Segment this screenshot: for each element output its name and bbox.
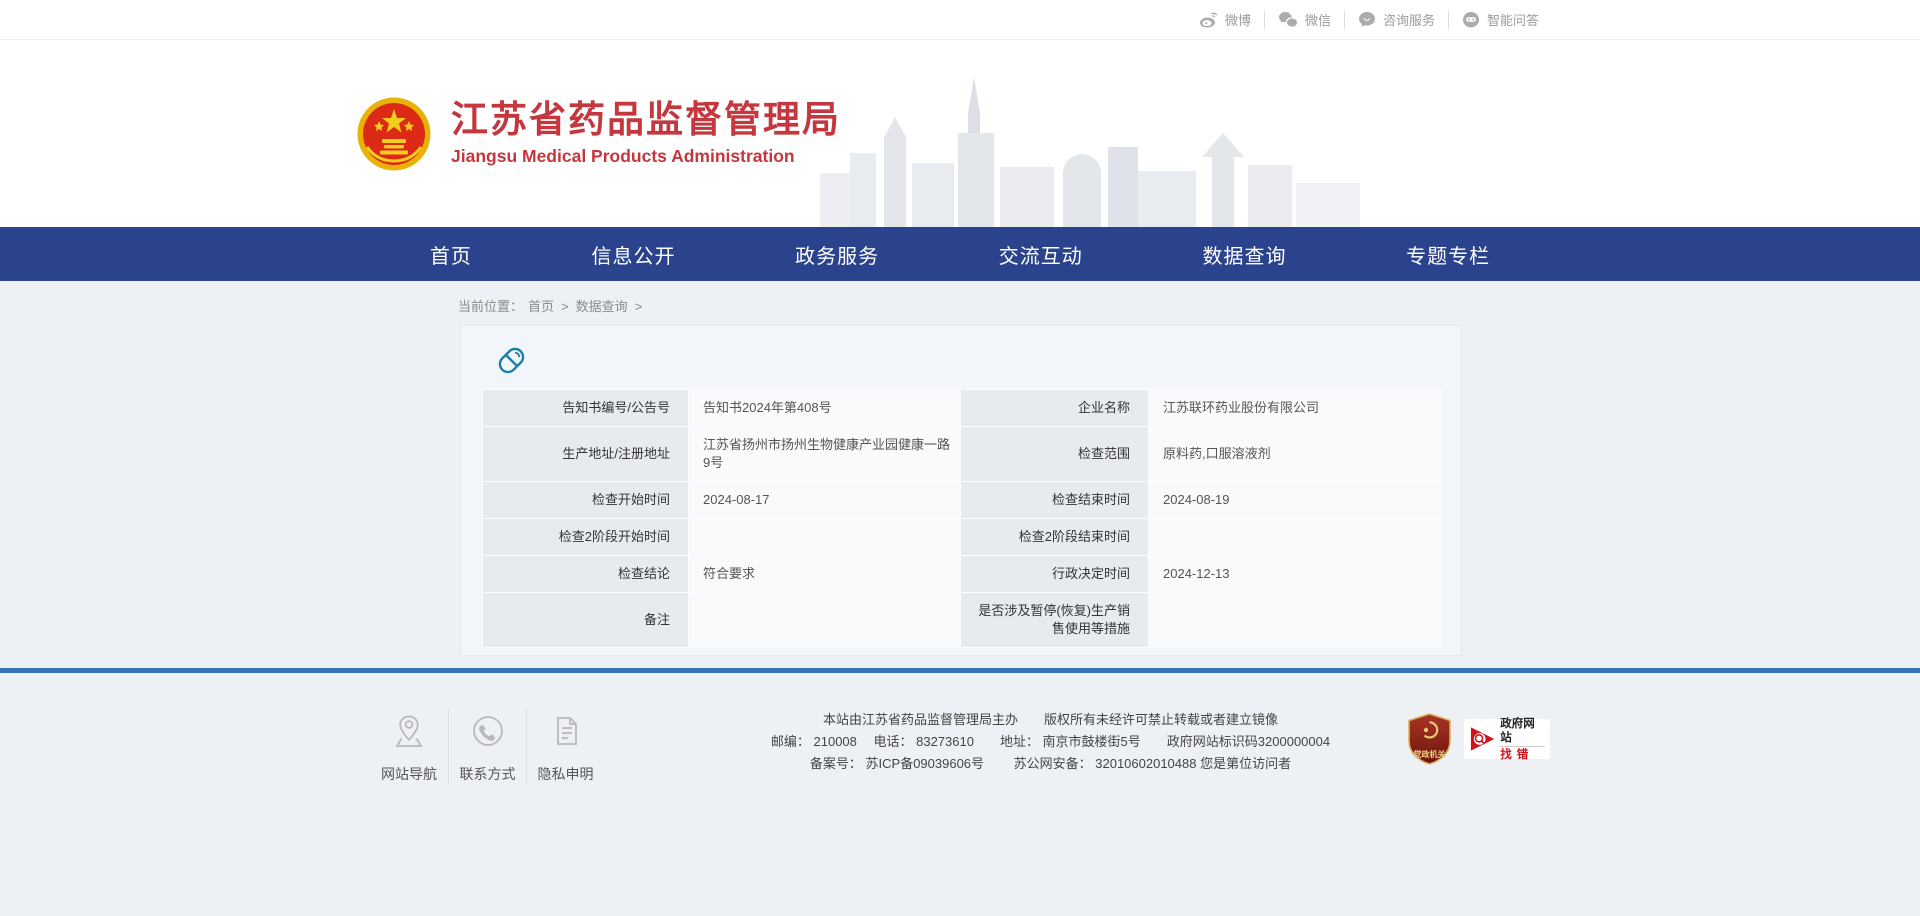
- party-gov-shield-badge[interactable]: 党政机关: [1407, 713, 1452, 765]
- field-value-inspection-scope: 原料药,口服溶液剂: [1149, 427, 1441, 482]
- field-label-suspension-measures: 是否涉及暂停(恢复)生产销售使用等措施: [961, 593, 1149, 648]
- footer-line-host: 本站由江苏省药品监督管理局主办 版权所有未经许可禁止转载或者建立镜像: [704, 709, 1397, 731]
- inspection-detail-table: 告知书编号/公告号 告知书2024年第408号 企业名称 江苏联环药业股份有限公…: [482, 389, 1441, 648]
- field-value-end-date: 2024-08-19: [1149, 482, 1441, 519]
- site-header: 江苏省药品监督管理局 Jiangsu Medical Products Admi…: [0, 40, 1920, 227]
- inspection-detail-card: 告知书编号/公告号 告知书2024年第408号 企业名称 江苏联环药业股份有限公…: [460, 325, 1462, 656]
- nav-item-interaction[interactable]: 交流互动: [999, 240, 1083, 269]
- field-label-end-date: 检查结束时间: [961, 482, 1149, 519]
- field-label-phase2-start: 检查2阶段开始时间: [483, 519, 689, 556]
- consult-service-link[interactable]: 咨询服务: [1344, 11, 1448, 29]
- field-value-remarks: [689, 593, 961, 648]
- weibo-link[interactable]: 微博: [1186, 11, 1264, 29]
- field-value-phase2-end: [1149, 519, 1441, 556]
- site-footer: 网站导航 联系方式 隐私申明 本站由江苏省药品监督管理局主办 版: [370, 673, 1550, 784]
- footer-info: 本站由江苏省药品监督管理局主办 版权所有未经许可禁止转载或者建立镜像 邮编： 2…: [604, 709, 1407, 775]
- field-value-notice-number: 告知书2024年第408号: [689, 390, 961, 427]
- site-title: 江苏省药品监督管理局: [451, 100, 841, 141]
- field-label-address: 生产地址/注册地址: [483, 427, 689, 482]
- phone-icon: [468, 711, 508, 751]
- field-value-company-name: 江苏联环药业股份有限公司: [1149, 390, 1441, 427]
- site-title-block: 江苏省药品监督管理局 Jiangsu Medical Products Admi…: [451, 100, 841, 168]
- nav-item-data-query[interactable]: 数据查询: [1202, 240, 1286, 269]
- table-row: 检查开始时间 2024-08-17 检查结束时间 2024-08-19: [483, 482, 1441, 519]
- breadcrumb-separator: >: [561, 299, 569, 314]
- breadcrumb-link-home[interactable]: 首页: [528, 299, 554, 314]
- shield-badge-label: 党政机关: [1414, 749, 1446, 759]
- footer-link-label: 联系方式: [460, 764, 516, 784]
- topbar-item-label: 微博: [1225, 10, 1251, 29]
- field-label-phase2-end: 检查2阶段结束时间: [961, 519, 1149, 556]
- field-value-phase2-start: [689, 519, 961, 556]
- footer-line-icp: 备案号： 苏ICP备09039606号 苏公网安备： 3201060201048…: [704, 753, 1397, 775]
- footer-link-label: 隐私申明: [538, 764, 594, 784]
- field-value-conclusion: 符合要求: [689, 556, 961, 593]
- nav-item-home[interactable]: 首页: [430, 240, 472, 269]
- field-label-conclusion: 检查结论: [483, 556, 689, 593]
- breadcrumb-link-data-query[interactable]: 数据查询: [576, 299, 628, 314]
- footer-link-sitemap[interactable]: 网站导航: [370, 709, 448, 784]
- find-error-logo-icon: [1469, 725, 1496, 753]
- nav-item-gov-services[interactable]: 政务服务: [795, 240, 879, 269]
- field-value-address: 江苏省扬州市扬州生物健康产业园健康一路9号: [689, 427, 961, 482]
- field-value-start-date: 2024-08-17: [689, 482, 961, 519]
- breadcrumb-separator: >: [635, 299, 643, 314]
- breadcrumb: 当前位置： 首页 > 数据查询 >: [370, 281, 1550, 325]
- table-row: 备注 是否涉及暂停(恢复)生产销售使用等措施: [483, 593, 1441, 648]
- field-value-suspension-measures: [1149, 593, 1441, 648]
- main-content: 当前位置： 首页 > 数据查询 > 告知书编号/公告号 告知书2024年第408号 企业…: [370, 281, 1550, 656]
- field-label-notice-number: 告知书编号/公告号: [483, 390, 689, 427]
- topbar-item-label: 咨询服务: [1383, 10, 1435, 29]
- table-row: 生产地址/注册地址 江苏省扬州市扬州生物健康产业园健康一路9号 检查范围 原料药…: [483, 427, 1441, 482]
- nav-item-info-disclosure[interactable]: 信息公开: [591, 240, 675, 269]
- table-row: 检查2阶段开始时间 检查2阶段结束时间: [483, 519, 1441, 556]
- field-label-start-date: 检查开始时间: [483, 482, 689, 519]
- breadcrumb-prefix: 当前位置：: [458, 299, 523, 314]
- field-label-decision-date: 行政决定时间: [961, 556, 1149, 593]
- find-error-badge-line1: 政府网站: [1500, 717, 1545, 747]
- gov-site-find-error-badge[interactable]: 政府网站 找错: [1464, 719, 1550, 759]
- utility-topbar: 微博 微信 咨询服务 智能问答: [0, 0, 1920, 40]
- weibo-icon: [1199, 11, 1218, 28]
- table-row: 检查结论 符合要求 行政决定时间 2024-12-13: [483, 556, 1441, 593]
- pill-icon: [495, 344, 528, 377]
- national-emblem-logo: [357, 97, 431, 171]
- site-subtitle: Jiangsu Medical Products Administration: [451, 146, 841, 167]
- field-label-inspection-scope: 检查范围: [961, 427, 1149, 482]
- topbar-item-label: 智能问答: [1487, 10, 1539, 29]
- wechat-icon: [1278, 11, 1298, 28]
- main-navigation: 首页 信息公开 政务服务 交流互动 数据查询 专题专栏: [0, 227, 1920, 281]
- map-pin-icon: [389, 711, 429, 751]
- chat-icon: [1358, 11, 1376, 28]
- topbar-item-label: 微信: [1305, 10, 1331, 29]
- robot-icon: [1462, 11, 1480, 28]
- field-label-company-name: 企业名称: [961, 390, 1149, 427]
- footer-badges: 党政机关 政府网站 找错: [1407, 709, 1550, 765]
- wechat-link[interactable]: 微信: [1264, 11, 1344, 29]
- footer-quick-links: 网站导航 联系方式 隐私申明: [370, 709, 604, 784]
- footer-link-privacy[interactable]: 隐私申明: [526, 709, 604, 784]
- nav-item-special-topics[interactable]: 专题专栏: [1406, 240, 1490, 269]
- header-home-link[interactable]: 江苏省药品监督管理局 Jiangsu Medical Products Admi…: [370, 40, 1550, 227]
- field-value-decision-date: 2024-12-13: [1149, 556, 1441, 593]
- footer-link-label: 网站导航: [381, 764, 437, 784]
- smart-qa-link[interactable]: 智能问答: [1448, 11, 1552, 29]
- footer-link-contact[interactable]: 联系方式: [448, 709, 526, 784]
- document-icon: [546, 711, 586, 751]
- footer-line-contact: 邮编： 210008 电话： 83273610 地址： 南京市鼓楼街5号 政府网…: [704, 731, 1397, 753]
- field-label-remarks: 备注: [483, 593, 689, 648]
- find-error-badge-line2: 找错: [1500, 747, 1545, 762]
- table-row: 告知书编号/公告号 告知书2024年第408号 企业名称 江苏联环药业股份有限公…: [483, 390, 1441, 427]
